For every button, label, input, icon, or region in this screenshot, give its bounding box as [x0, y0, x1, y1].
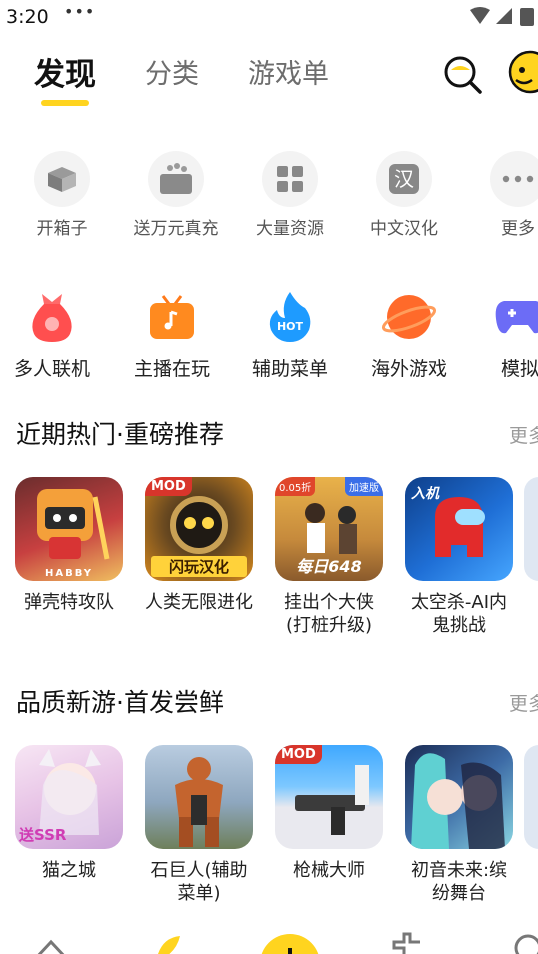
game-card[interactable]: MOD 枪械大师	[264, 745, 394, 882]
open-box-icon	[48, 167, 76, 192]
cover-caption: HABBY	[44, 568, 94, 579]
community-nav-icon[interactable]	[390, 932, 424, 954]
game-card[interactable]: 石巨人(辅助菜单)	[134, 745, 264, 905]
section-more-link[interactable]: 更多	[509, 421, 538, 448]
quick-entry-streamer[interactable]: 主播在玩	[114, 288, 230, 381]
quick-entry-label: 多人联机	[13, 358, 90, 380]
game-name: 枪械大师	[293, 860, 365, 881]
quick-entry-overseas[interactable]: 海外游戏	[351, 288, 467, 381]
section-hot-header: 近期热门·重磅推荐 更多	[0, 415, 538, 455]
cover-caption: 送SSR	[19, 826, 67, 844]
quick-entry-label: 主播在玩	[133, 358, 210, 380]
game-card[interactable]: MOD 闪玩汉化 人类无限进化	[134, 477, 264, 614]
quick-entry-chinese[interactable]: 汉 中文汉化	[346, 150, 462, 239]
section-more-link[interactable]: 更多	[509, 689, 538, 716]
tab-category[interactable]: 分类	[145, 52, 199, 91]
game-cover-image: 入机	[405, 477, 513, 581]
game-card[interactable]: 0.05折 加速版 每日648 挂出个大侠(打桩升级)	[264, 477, 394, 637]
game-name: 石巨人(辅助菜单)	[150, 860, 248, 904]
game-card-partial[interactable]	[524, 477, 538, 581]
game-name: 人类无限进化	[145, 592, 253, 613]
game-nav-icon[interactable]	[150, 932, 184, 954]
game-cover-image	[145, 745, 253, 849]
game-name: 初音未来:缤纷舞台	[410, 860, 508, 904]
cover-caption: 闪玩汉化	[151, 556, 247, 577]
quick-entry-gift-recharge[interactable]: 送万元真充	[118, 150, 234, 239]
quick-entry-resources[interactable]: 大量资源	[232, 150, 348, 239]
quick-entry-label: 海外游戏	[370, 358, 447, 380]
resources-grid-icon	[277, 166, 303, 192]
tab-game-list[interactable]: 游戏单	[248, 52, 329, 91]
home-nav-icon[interactable]	[32, 932, 70, 954]
game-name: 挂出个大侠(打桩升级)	[284, 592, 374, 636]
game-cover-image: HABBY	[15, 477, 123, 581]
section-title: 近期热门·重磅推荐	[16, 420, 224, 449]
center-add-nav-icon[interactable]	[258, 932, 322, 954]
game-cover-image	[524, 477, 538, 581]
signal-wifi-battery-icon	[470, 7, 534, 26]
quick-entry-label: 模拟	[500, 358, 538, 380]
status-overflow-dots: •••	[64, 2, 96, 21]
game-card-partial[interactable]	[524, 745, 538, 849]
game-card[interactable]: 送SSR 猫之城	[4, 745, 134, 882]
game-name: 猫之城	[42, 860, 96, 881]
section-title: 品质新游·首发尝鲜	[16, 688, 224, 717]
gamepad-icon	[495, 301, 538, 334]
hot-badge: HOT	[276, 320, 304, 333]
quick-entry-multiplayer[interactable]: 多人联机	[0, 288, 110, 381]
tab-discover[interactable]: 发现	[34, 49, 96, 94]
game-helper-avatar-icon[interactable]	[500, 48, 538, 94]
game-cover-image: 送SSR	[15, 745, 123, 849]
cover-caption: 每日648	[296, 557, 362, 576]
quick-entry-label: 中文汉化	[370, 219, 438, 239]
quick-entry-simulator[interactable]: 模拟	[462, 288, 538, 381]
profile-nav-icon[interactable]	[512, 932, 538, 954]
quick-entry-label: 大量资源	[256, 219, 324, 239]
chinese-han-icon: 汉	[389, 164, 419, 194]
game-cover-image: MOD 闪玩汉化	[145, 477, 253, 581]
tv-streamer-icon	[150, 295, 194, 339]
more-dots-icon	[502, 175, 534, 183]
game-name: 弹壳特攻队	[24, 592, 114, 613]
game-cover-image: 0.05折 加速版 每日648	[275, 477, 383, 581]
quick-entry-label: 辅助菜单	[251, 358, 328, 380]
search-icon[interactable]	[440, 50, 486, 96]
money-bag-icon	[32, 294, 72, 342]
quick-entry-assist-menu[interactable]: HOT 辅助菜单	[232, 288, 348, 381]
quick-entry-label: 开箱子	[36, 219, 88, 239]
status-time: 3:20	[6, 6, 49, 28]
top-tab-bar: 发现 分类 游戏单	[0, 44, 538, 114]
quick-entry-more[interactable]: 更多	[460, 150, 538, 239]
game-card[interactable]: 初音未来:缤纷舞台	[394, 745, 524, 905]
game-cover-image: MOD	[275, 745, 383, 849]
game-cover-image	[524, 745, 538, 849]
gift-recharge-icon	[160, 163, 192, 194]
quick-entry-open-box[interactable]: 开箱子	[4, 150, 120, 239]
bottom-nav-bar	[0, 926, 538, 954]
game-cover-image	[405, 745, 513, 849]
active-tab-indicator	[41, 100, 89, 106]
game-name: 太空杀-AI内鬼挑战	[410, 592, 508, 636]
game-card[interactable]: 入机 太空杀-AI内鬼挑战	[394, 477, 524, 637]
section-new-header: 品质新游·首发尝鲜 更多	[0, 683, 538, 723]
quick-entry-label: 更多	[501, 219, 535, 239]
game-card[interactable]: HABBY 弹壳特攻队	[4, 477, 134, 614]
planet-icon	[381, 295, 437, 339]
han-glyph: 汉	[394, 167, 414, 191]
status-bar: 3:20 •••	[0, 0, 538, 34]
hot-flame-icon: HOT	[265, 290, 315, 344]
quick-entry-label: 送万元真充	[133, 219, 219, 239]
